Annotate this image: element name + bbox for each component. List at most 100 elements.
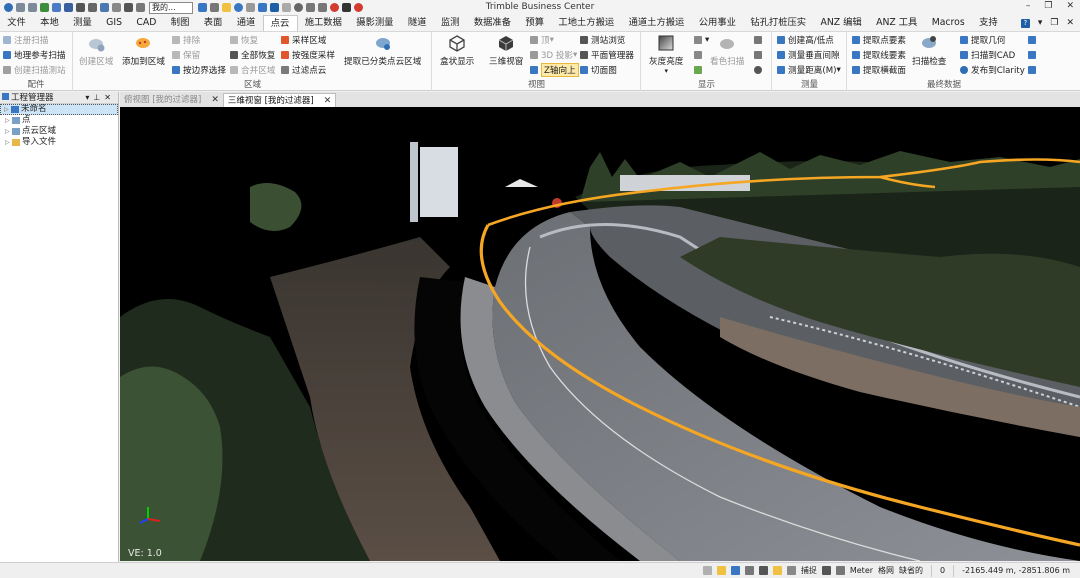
filter-point-cloud-button[interactable]: 过滤点云: [281, 64, 326, 76]
grid-label[interactable]: 格网: [878, 565, 894, 576]
tab-0[interactable]: 文件: [0, 15, 33, 31]
restore-all-button[interactable]: 全部恢复: [230, 49, 275, 61]
tab-close-icon[interactable]: ✕: [324, 94, 332, 108]
keep-button[interactable]: 保留: [172, 49, 200, 61]
section-view-button[interactable]: 切面图: [580, 64, 617, 76]
help-icon[interactable]: ?: [1020, 18, 1030, 28]
extract-classified-regions-button[interactable]: 提取已分类点云区域: [344, 34, 421, 67]
extract-geometry-button[interactable]: 提取几何: [960, 34, 1005, 46]
station-browse-button[interactable]: 测站浏览: [580, 34, 625, 46]
tab-9[interactable]: 施工数据: [298, 15, 350, 31]
tree-item[interactable]: ▷ 点: [0, 115, 118, 126]
create-high-low-point-button[interactable]: 创建高/低点: [777, 34, 834, 46]
snap-label[interactable]: 捕捉: [801, 565, 817, 576]
color-scan-button[interactable]: 看色扫描: [710, 34, 744, 67]
publish-to-clarity-button[interactable]: 发布到Clarity: [960, 64, 1025, 76]
extra-tool-2[interactable]: [1028, 49, 1039, 61]
grayscale-brightness-button[interactable]: 灰度亮度 ▾: [649, 34, 683, 75]
tab-1[interactable]: 本地: [33, 15, 66, 31]
tab-2[interactable]: 测量: [66, 15, 99, 31]
3d-view-button[interactable]: 三维视窗: [489, 34, 523, 67]
view-mode-icon[interactable]: [786, 566, 796, 575]
select-mode-icon[interactable]: [702, 566, 712, 575]
tab-20[interactable]: ANZ 工具: [869, 15, 925, 31]
image-icon[interactable]: [123, 3, 133, 12]
record-icon[interactable]: [329, 3, 339, 12]
default-label[interactable]: 缺省的: [899, 565, 923, 576]
display-option-5[interactable]: [754, 49, 765, 61]
globe-icon[interactable]: [233, 3, 243, 12]
extract-line-features-button[interactable]: 提取线要素: [852, 49, 906, 61]
measure-vertical-clearance-button[interactable]: 测量垂直间隙: [777, 49, 840, 61]
tab-21[interactable]: Macros: [925, 15, 972, 31]
display-option-1[interactable]: ▾: [694, 34, 709, 46]
close-icon[interactable]: ✕: [1066, 1, 1074, 11]
georeference-scans-button[interactable]: 地理参考扫描: [3, 49, 66, 61]
expand-icon[interactable]: ▷: [5, 137, 12, 148]
tab-3d-view[interactable]: 三维视窗 [我的过滤器] ✕: [222, 93, 337, 108]
unit-icon[interactable]: [835, 566, 845, 575]
new-project-icon[interactable]: [39, 3, 49, 12]
settings-icon[interactable]: [75, 3, 85, 12]
exclude-button[interactable]: 排除: [172, 34, 200, 46]
tab-3[interactable]: GIS: [99, 15, 129, 31]
tab-11[interactable]: 隧道: [401, 15, 434, 31]
top-view-button[interactable]: 顶 ▾: [530, 34, 554, 46]
save-icon[interactable]: [63, 3, 73, 12]
display-option-4[interactable]: [754, 34, 765, 46]
register-scans-button[interactable]: 注册扫描: [3, 34, 48, 46]
snap-active-icon[interactable]: [772, 566, 782, 575]
expand-icon[interactable]: ▷: [5, 115, 12, 126]
tab-10[interactable]: 摄影测量: [349, 15, 401, 31]
snap-mode-icon[interactable]: [716, 566, 726, 575]
sphere-icon[interactable]: [293, 3, 303, 12]
pin-icon[interactable]: ⊥: [93, 93, 104, 102]
unit-label[interactable]: Meter: [850, 566, 873, 575]
panel-close-icon[interactable]: ✕: [104, 93, 115, 102]
restore-icon[interactable]: ❐: [1044, 1, 1052, 11]
ribbon-collapse-icon[interactable]: ▾: [1038, 18, 1043, 28]
ribbon-close-icon[interactable]: ✕: [1066, 18, 1074, 28]
redo-icon[interactable]: [27, 3, 37, 12]
box-icon[interactable]: [257, 3, 267, 12]
display-option-2[interactable]: [694, 49, 705, 61]
select-by-boundary-button[interactable]: 按边界选择: [172, 64, 226, 76]
page-icon[interactable]: [281, 3, 291, 12]
undo-icon[interactable]: [15, 3, 25, 12]
extract-cross-section-button[interactable]: 提取横截面: [852, 64, 906, 76]
plane-manager-button[interactable]: 平面管理器: [580, 49, 634, 61]
tree-item[interactable]: ▷ 未命名: [0, 104, 118, 115]
restore-button[interactable]: 恢复: [230, 34, 258, 46]
camera-icon[interactable]: [821, 566, 831, 575]
filter-icon[interactable]: [209, 3, 219, 12]
tab-13[interactable]: 数据准备: [467, 15, 519, 31]
tab-14[interactable]: 预算: [518, 15, 551, 31]
extra-tool-3[interactable]: [1028, 64, 1039, 76]
open-icon[interactable]: [51, 3, 61, 12]
3d-projection-button[interactable]: 3D 投影 ▾: [530, 49, 577, 61]
display-option-6[interactable]: [754, 64, 765, 76]
tab-17[interactable]: 公用事业: [692, 15, 744, 31]
stop-icon[interactable]: [341, 3, 351, 12]
eraser-icon[interactable]: [305, 3, 315, 12]
extra-tool-1[interactable]: [1028, 34, 1039, 46]
tree-item[interactable]: ▷ 点云区域: [0, 126, 118, 137]
minimize-icon[interactable]: –: [1026, 1, 1031, 11]
tab-close-icon[interactable]: ✕: [211, 93, 219, 107]
measure-icon[interactable]: [317, 3, 327, 12]
select-icon[interactable]: [87, 3, 97, 12]
tab-8[interactable]: 点云: [262, 15, 298, 32]
tab-6[interactable]: 表面: [197, 15, 230, 31]
tree-item[interactable]: ▷ 导入文件: [0, 137, 118, 148]
tab-18[interactable]: 钻孔打桩压实: [743, 15, 813, 31]
expand-icon[interactable]: ▷: [4, 104, 11, 115]
create-scan-station-button[interactable]: 创建扫描测站: [3, 64, 66, 76]
tab-4[interactable]: CAD: [129, 15, 163, 31]
add-to-region-button[interactable]: 添加到区域: [122, 34, 165, 67]
link-icon[interactable]: [269, 3, 279, 12]
extract-point-features-button[interactable]: 提取点要素: [852, 34, 906, 46]
tab-plan-view[interactable]: 俯视图 [我的过滤器] ✕: [120, 93, 223, 107]
document-icon[interactable]: [245, 3, 255, 12]
tab-19[interactable]: ANZ 编辑: [813, 15, 869, 31]
tab-15[interactable]: 工地土方搬运: [551, 15, 621, 31]
